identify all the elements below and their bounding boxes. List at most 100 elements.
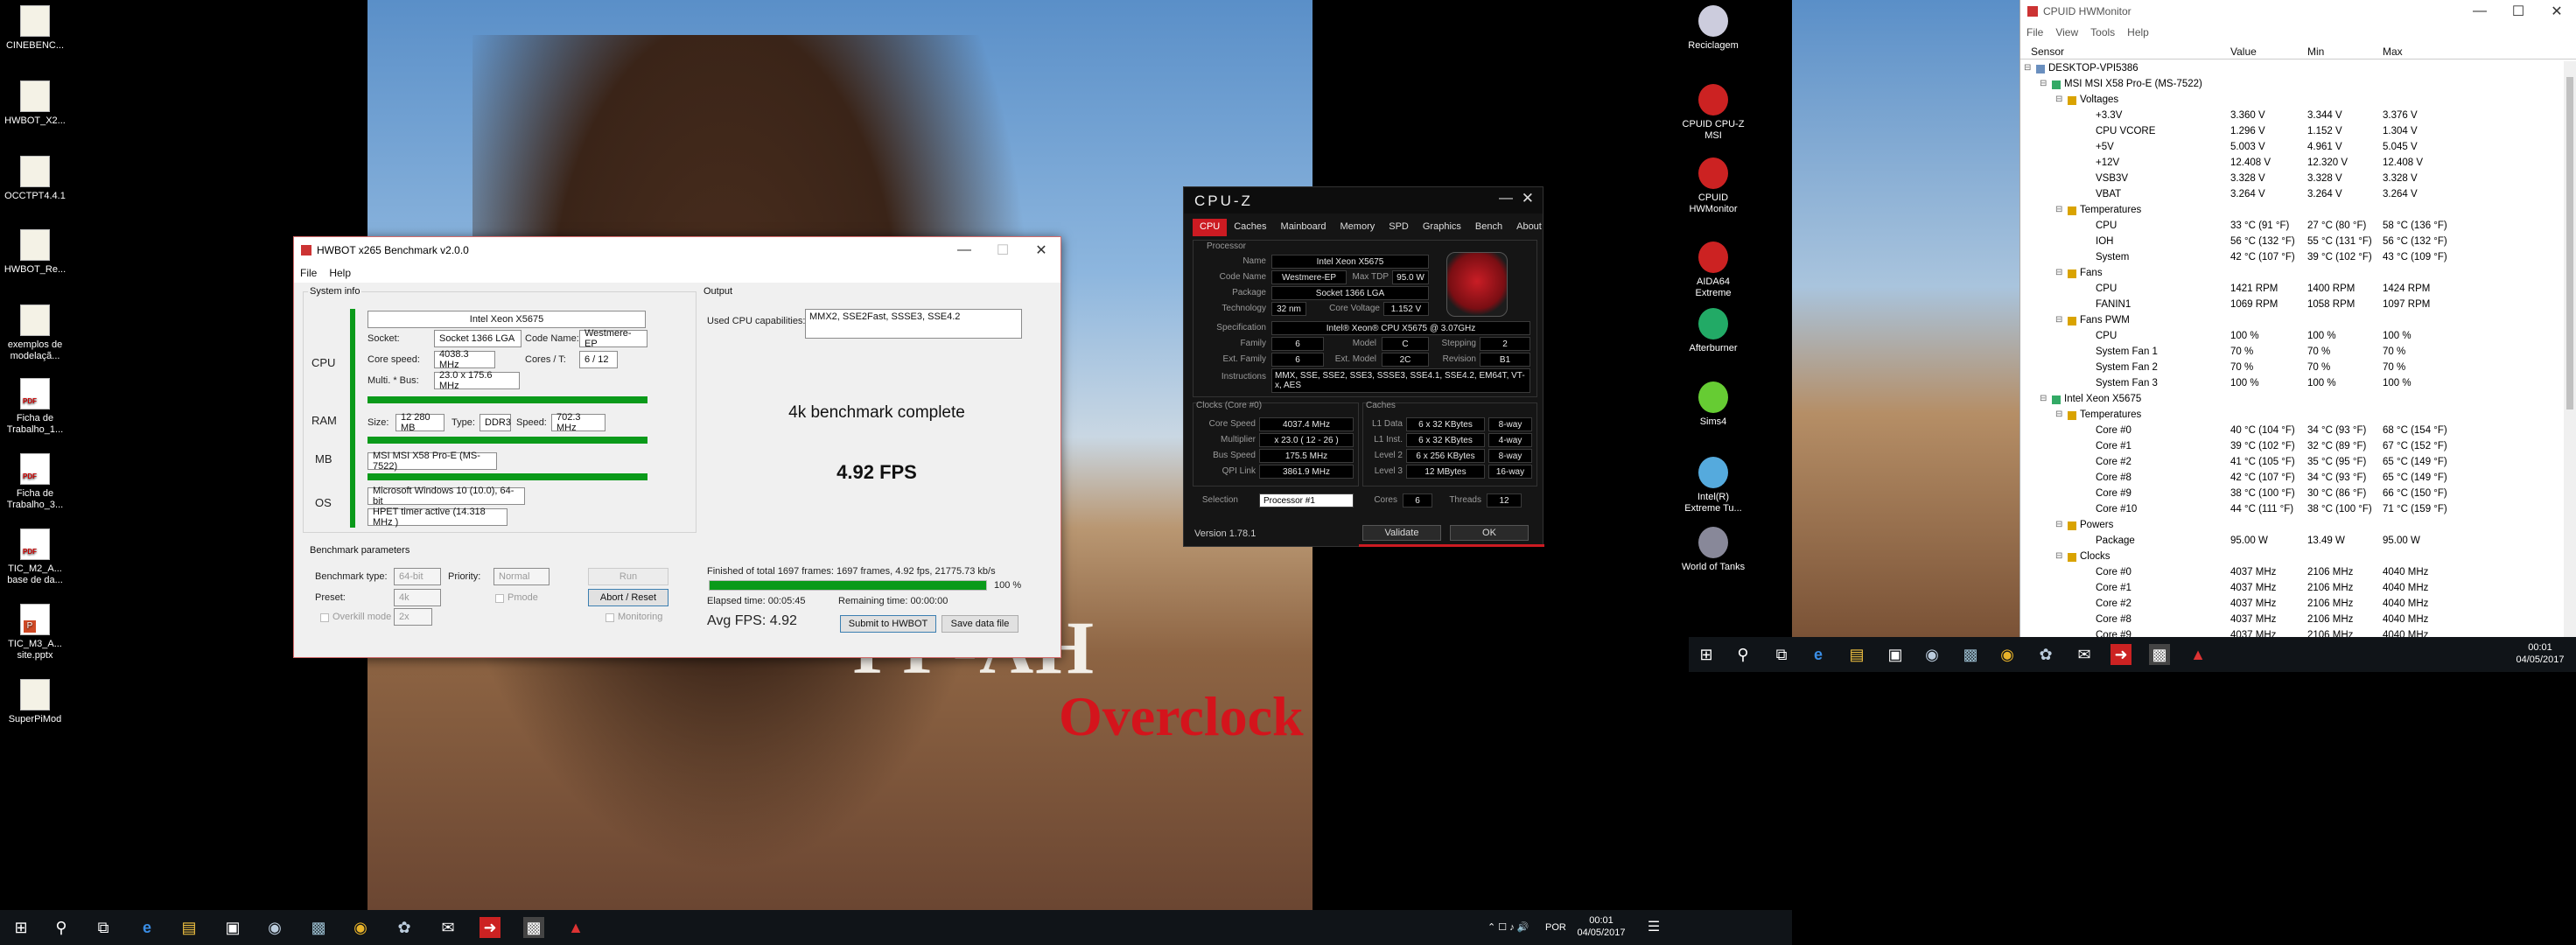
validate-button[interactable]: Validate — [1362, 525, 1441, 541]
maximize-button[interactable]: ☐ — [984, 242, 1022, 259]
desktop-shortcut-7[interactable]: Intel(R) Extreme Tu... — [1678, 457, 1748, 514]
monitoring-checkbox[interactable] — [606, 613, 614, 622]
priority-select[interactable]: Normal — [494, 568, 550, 585]
col-max[interactable]: Max — [2383, 46, 2403, 58]
col-min[interactable]: Min — [2307, 46, 2324, 58]
close-button[interactable]: ✕ — [1022, 242, 1060, 259]
collapse-toggle-icon[interactable]: ⊟ — [2040, 394, 2047, 403]
chrome-icon-2[interactable]: ◉ — [1997, 644, 2018, 665]
cpuz-taskbar-icon-2[interactable]: ▩ — [2149, 644, 2170, 665]
sensor-row[interactable]: ⊟ Fans PWM — [2020, 313, 2564, 329]
sensor-row[interactable]: ⊟ DESKTOP-VPI5386 — [2020, 61, 2564, 77]
desktop-icon-1[interactable]: CINEBENC... — [0, 5, 70, 52]
desktop-icon-4[interactable]: HWBOT_Re... — [0, 229, 70, 276]
cortana-app-icon-2[interactable]: ◉ — [1922, 644, 1942, 665]
sensor-row[interactable]: Package 95.00 W 13.49 W 95.00 W — [2020, 534, 2564, 550]
edge-icon[interactable]: e — [136, 917, 158, 938]
sensor-row[interactable]: +12V 12.408 V 12.320 V 12.408 V — [2020, 156, 2564, 172]
sensor-row[interactable]: Core #8 4037 MHz 2106 MHz 4040 MHz — [2020, 612, 2564, 628]
save-data-button[interactable]: Save data file — [942, 615, 1018, 633]
run-button[interactable]: Run — [588, 568, 668, 585]
desktop-icon-2[interactable]: HWBOT_X2... — [0, 80, 70, 127]
sensor-row[interactable]: CPU 33 °C (91 °F) 27 °C (80 °F) 58 °C (136 … — [2020, 219, 2564, 234]
sensor-row[interactable]: ⊟ Temperatures — [2020, 408, 2564, 424]
sensor-row[interactable]: System Fan 3 100 % 100 % 100 % — [2020, 376, 2564, 392]
collapse-toggle-icon[interactable]: ⊟ — [2055, 94, 2062, 104]
sensor-row[interactable]: +5V 5.003 V 4.961 V 5.045 V — [2020, 140, 2564, 156]
desktop-icon-3[interactable]: OCCTPT4.4.1 — [0, 156, 70, 202]
desktop-icon-10[interactable]: SuperPiMod — [0, 679, 70, 725]
mail-icon[interactable]: ✉ — [438, 917, 458, 938]
sensor-row[interactable]: +3.3V 3.360 V 3.344 V 3.376 V — [2020, 108, 2564, 124]
sensor-row[interactable]: ⊟ Temperatures — [2020, 203, 2564, 219]
abort-reset-button[interactable]: Abort / Reset — [588, 589, 668, 606]
task-view-icon-2[interactable]: ⧉ — [1771, 644, 1792, 665]
cpuz-tab-graphics[interactable]: Graphics — [1416, 219, 1468, 236]
collapse-toggle-icon[interactable]: ⊟ — [2055, 205, 2062, 214]
tray-icons[interactable]: ⌃ ☐ ♪ 🔊 — [1488, 921, 1529, 934]
col-value[interactable]: Value — [2230, 46, 2257, 58]
desktop-icon-5[interactable]: exemplos de modelaçã... — [0, 304, 70, 362]
sensor-row[interactable]: CPU 1421 RPM 1400 RPM 1424 RPM — [2020, 282, 2564, 298]
hwm-menu-file[interactable]: File — [2020, 26, 2049, 38]
collapse-toggle-icon[interactable]: ⊟ — [2055, 520, 2062, 529]
cpuz-tab-spd[interactable]: SPD — [1382, 219, 1416, 236]
collapse-toggle-icon[interactable]: ⊟ — [2055, 268, 2062, 277]
notifications-icon[interactable]: ☰ — [1643, 917, 1664, 938]
cpuz-taskbar-icon[interactable]: ▩ — [523, 917, 544, 938]
cpuz-tab-cpu[interactable]: CPU — [1193, 219, 1228, 236]
desktop-shortcut-6[interactable]: Sims4 — [1678, 382, 1748, 428]
collapse-toggle-icon[interactable]: ⊟ — [2055, 410, 2062, 419]
cpuz-tab-mainboard[interactable]: Mainboard — [1274, 219, 1334, 236]
cpuz-tab-about[interactable]: About — [1509, 219, 1549, 236]
sensor-row[interactable]: Core #0 4037 MHz 2106 MHz 4040 MHz — [2020, 565, 2564, 581]
explorer-icon-2[interactable]: ▤ — [1846, 644, 1867, 665]
sensor-row[interactable]: ⊟ Fans — [2020, 266, 2564, 282]
sensor-row[interactable]: Core #1 4037 MHz 2106 MHz 4040 MHz — [2020, 581, 2564, 597]
sensor-row[interactable]: System Fan 1 70 % 70 % 70 % — [2020, 345, 2564, 360]
sensor-row[interactable]: ⊟ MSI MSI X58 Pro-E (MS-7522) — [2020, 77, 2564, 93]
sensor-row[interactable]: ⊟ Clocks — [2020, 550, 2564, 565]
sensor-row[interactable]: FANIN1 1069 RPM 1058 RPM 1097 RPM — [2020, 298, 2564, 313]
hwm-scrollbar[interactable] — [2564, 61, 2576, 637]
task-view-icon[interactable]: ⧉ — [93, 917, 114, 938]
desktop-icon-7[interactable]: Ficha de Trabalho_3... — [0, 453, 70, 511]
clock-2[interactable]: 00:01 04/05/2017 — [2510, 641, 2571, 666]
cpuz-tab-caches[interactable]: Caches — [1227, 219, 1273, 236]
app-icon-2b[interactable]: ▩ — [1960, 644, 1981, 665]
sensor-row[interactable]: ⊟ Intel Xeon X5675 — [2020, 392, 2564, 408]
collapse-toggle-icon[interactable]: ⊟ — [2055, 551, 2062, 561]
preset-select[interactable]: 4k — [394, 589, 441, 606]
start-button[interactable]: ⊞ — [10, 917, 32, 938]
sensor-row[interactable]: Core #0 40 °C (104 °F) 34 °C (93 °F) 68 °C … — [2020, 424, 2564, 439]
sensor-row[interactable]: VSB3V 3.328 V 3.328 V 3.328 V — [2020, 172, 2564, 187]
sensor-row[interactable]: ⊟ Powers — [2020, 518, 2564, 534]
minimize-button[interactable]: — — [945, 242, 984, 258]
desktop-shortcut-3[interactable]: CPUID HWMonitor — [1678, 158, 1748, 215]
app-icon-2[interactable]: ▩ — [308, 917, 329, 938]
steam-icon-2[interactable]: ✿ — [2035, 644, 2056, 665]
sensor-row[interactable]: Core #1 39 °C (102 °F) 32 °C (89 °F) 67 °C … — [2020, 439, 2564, 455]
hwm-menu-help[interactable]: Help — [2121, 26, 2155, 38]
desktop-icon-6[interactable]: Ficha de Trabalho_1... — [0, 378, 70, 436]
hwm-menu-view[interactable]: View — [2049, 26, 2084, 38]
start-button-2[interactable]: ⊞ — [1696, 644, 1717, 665]
sensor-row[interactable]: Core #2 4037 MHz 2106 MHz 4040 MHz — [2020, 597, 2564, 612]
overkill-checkbox[interactable] — [320, 613, 329, 622]
sensor-row[interactable]: CPU 100 % 100 % 100 % — [2020, 329, 2564, 345]
mail-icon-2[interactable]: ✉ — [2074, 644, 2095, 665]
steam-icon[interactable]: ✿ — [394, 917, 415, 938]
sensor-row[interactable]: System Fan 2 70 % 70 % 70 % — [2020, 360, 2564, 376]
sensor-row[interactable]: Core #10 44 °C (111 °F) 38 °C (100 °F) 71 °… — [2020, 502, 2564, 518]
language-indicator[interactable]: POR — [1545, 921, 1566, 934]
hwm-maximize-button[interactable]: ☐ — [2499, 3, 2538, 20]
hwm-minimize-button[interactable]: — — [2460, 4, 2499, 19]
collapse-toggle-icon[interactable]: ⊟ — [2040, 79, 2047, 88]
cpuz-close-button[interactable]: ✕ — [1522, 190, 1534, 207]
sensor-row[interactable]: VBAT 3.264 V 3.264 V 3.264 V — [2020, 187, 2564, 203]
hwm-menu-tools[interactable]: Tools — [2084, 26, 2121, 38]
menu-file[interactable]: File — [294, 267, 323, 279]
cpuz-tab-memory[interactable]: Memory — [1334, 219, 1382, 236]
chrome-icon[interactable]: ◉ — [350, 917, 371, 938]
store-icon[interactable]: ▣ — [222, 917, 243, 938]
